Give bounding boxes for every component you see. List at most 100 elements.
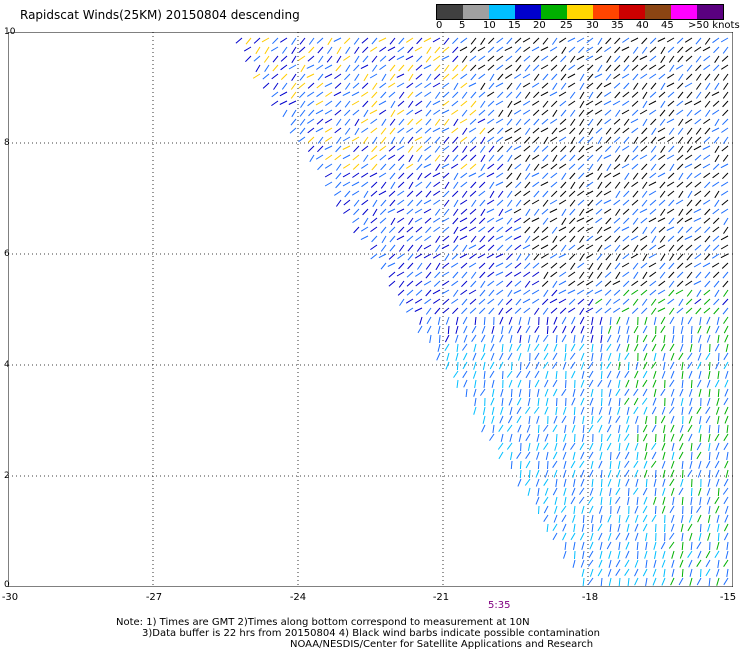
wind-barb: [720, 253, 729, 259]
wind-barb: [706, 316, 711, 325]
wind-barb: [459, 226, 468, 232]
wind-barb: [618, 397, 621, 407]
wind-barb: [696, 541, 702, 550]
wind-barb: [474, 397, 477, 406]
wind-barb: [724, 334, 729, 343]
wind-barb: [693, 145, 702, 151]
wind-barb: [568, 100, 576, 106]
wind-barb: [371, 235, 378, 243]
wind-barb: [650, 460, 657, 468]
legend-label: 10: [483, 20, 496, 31]
wind-barb: [721, 262, 729, 269]
wind-barb: [378, 190, 387, 196]
wind-barb: [670, 433, 675, 442]
wind-barb: [515, 46, 522, 54]
wind-barb: [631, 100, 639, 107]
wind-barb: [669, 379, 675, 387]
wind-barb: [442, 280, 450, 286]
wind-barb: [491, 388, 495, 397]
wind-barb: [573, 406, 576, 416]
wind-barb: [671, 451, 675, 460]
wind-barb: [632, 145, 639, 153]
wind-barb: [450, 163, 459, 169]
wind-barb: [451, 109, 459, 115]
wind-barb: [474, 379, 477, 388]
wind-barb: [634, 514, 639, 523]
wind-barb: [552, 352, 558, 361]
wind-barb: [342, 181, 351, 187]
wind-barb: [642, 334, 648, 343]
wind-barb: [406, 190, 414, 197]
wind-barb: [597, 181, 603, 190]
wind-barb: [659, 118, 666, 126]
wind-barb: [506, 280, 513, 288]
wind-barb: [398, 172, 405, 180]
wind-barb: [623, 136, 630, 144]
wind-barb: [606, 424, 612, 433]
wind-barb: [694, 181, 702, 188]
wind-barb: [614, 55, 621, 63]
wind-barb: [414, 208, 423, 214]
wind-barb: [724, 388, 729, 397]
wind-barb: [651, 442, 657, 450]
wind-barb: [525, 208, 531, 217]
wind-barb: [604, 145, 612, 152]
wind-barb: [443, 154, 450, 162]
wind-barb: [468, 82, 477, 87]
wind-barb: [715, 325, 720, 334]
wind-barb: [549, 298, 558, 304]
wind-barb: [618, 424, 621, 433]
wind-barb: [625, 478, 630, 487]
wind-barb: [389, 235, 396, 243]
wind-barb: [699, 523, 702, 533]
wind-barb: [416, 199, 423, 207]
wind-barb: [460, 262, 468, 269]
wind-barb: [570, 325, 576, 334]
wind-barb: [595, 298, 603, 305]
wind-barb: [677, 226, 684, 234]
wind-barb: [578, 109, 585, 117]
wind-barb: [451, 100, 459, 107]
wind-barb: [633, 388, 639, 396]
wind-barb: [407, 253, 414, 261]
wind-barb: [600, 397, 603, 407]
wind-barb: [416, 55, 423, 63]
wind-barb: [632, 298, 639, 306]
wind-barb: [713, 298, 720, 306]
wind-barb: [707, 523, 711, 532]
wind-barb: [632, 172, 639, 180]
wind-barb: [489, 181, 495, 189]
wind-barb: [335, 163, 342, 171]
wind-barb: [487, 226, 495, 233]
wind-barb: [681, 379, 684, 389]
wind-barb: [425, 271, 432, 279]
wind-barb: [615, 496, 621, 504]
wind-barb: [580, 352, 585, 361]
wind-barb: [542, 217, 549, 225]
wind-barb: [723, 226, 729, 234]
wind-barb: [612, 172, 621, 178]
wind-barb: [532, 64, 540, 71]
wind-barb: [569, 235, 576, 243]
wind-barb: [496, 136, 504, 143]
wind-barb: [352, 172, 360, 178]
wind-barb: [640, 289, 648, 296]
wind-barb: [686, 145, 693, 153]
wind-barb: [667, 73, 675, 79]
wind-barb: [688, 559, 693, 568]
wind-barb: [624, 352, 630, 360]
wind-barb: [707, 370, 711, 379]
wind-barb: [679, 433, 684, 442]
wind-barb: [627, 577, 630, 586]
wind-barb: [640, 244, 648, 251]
wind-barb: [694, 118, 702, 125]
wind-barb: [694, 253, 702, 260]
wind-barb: [587, 73, 594, 81]
wind-barb: [333, 91, 342, 97]
wind-barb: [645, 415, 648, 424]
wind-barb: [488, 82, 495, 90]
wind-barb: [696, 379, 702, 388]
wind-barb: [559, 37, 567, 43]
wind-barb: [625, 550, 630, 559]
y-tick-label: 6: [4, 249, 10, 259]
